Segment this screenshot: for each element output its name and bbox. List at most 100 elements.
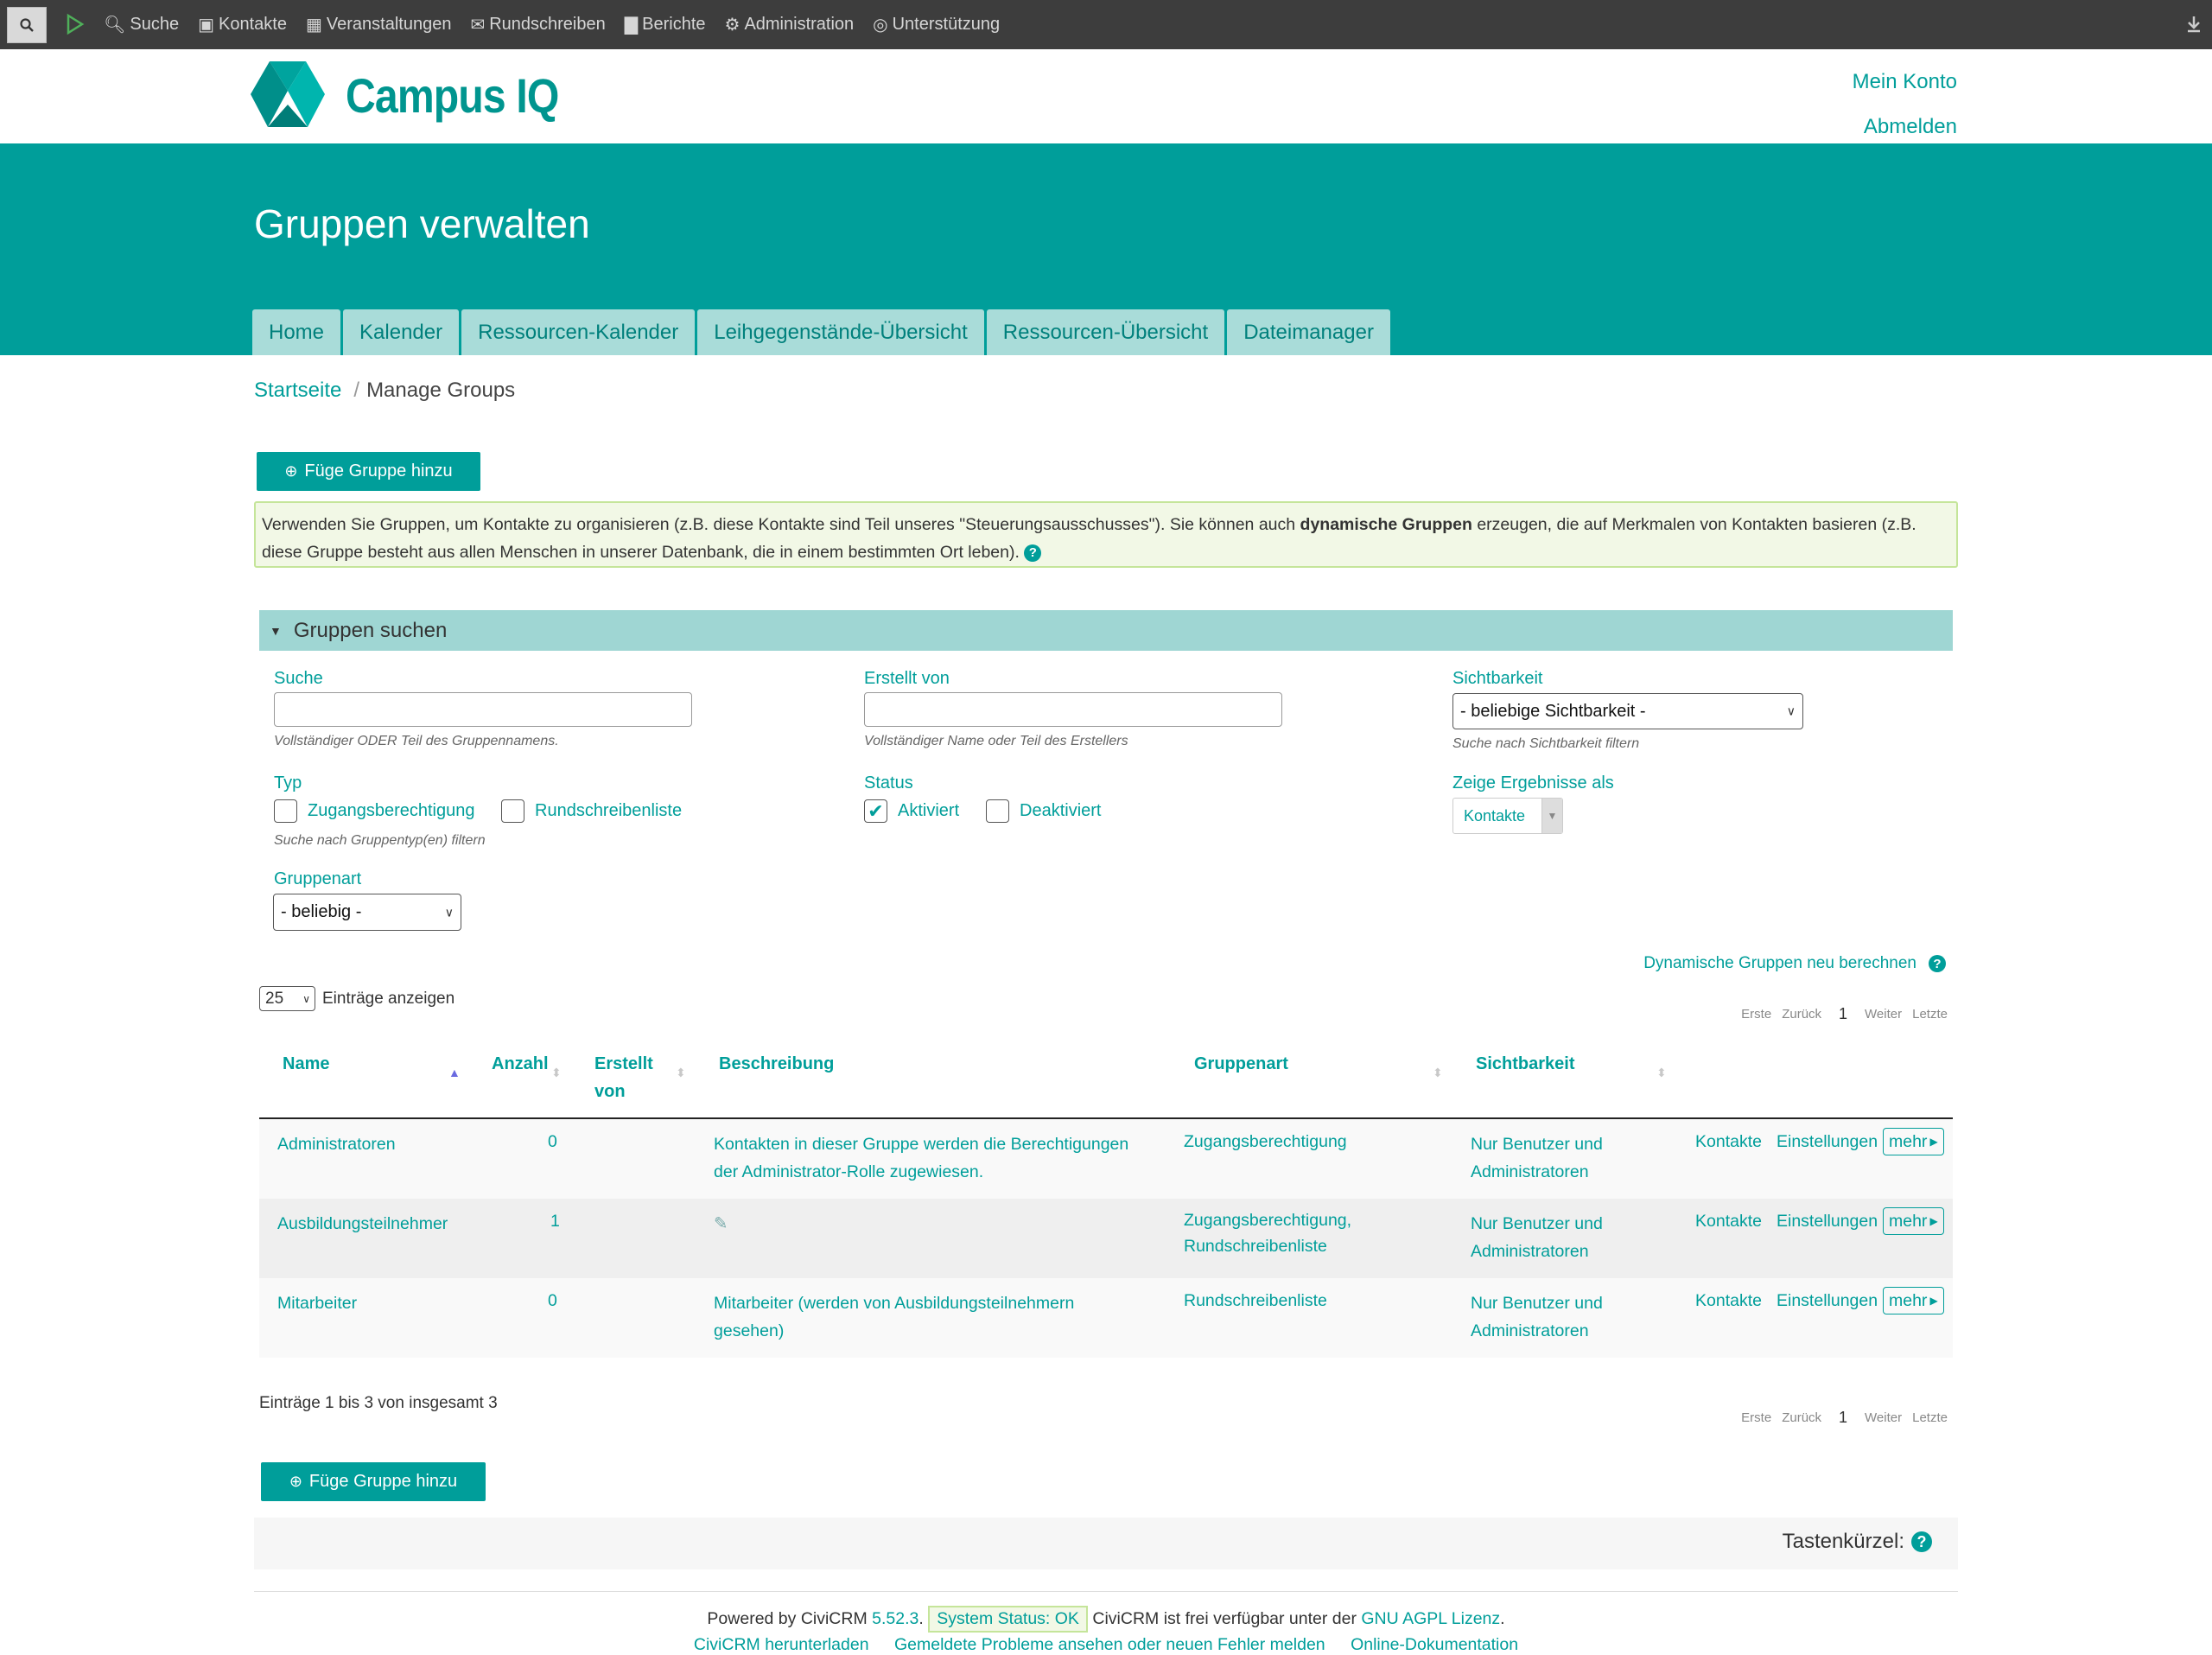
sort-icon: ⬍ bbox=[676, 1066, 686, 1079]
show-results-as-label: Zeige Ergebnisse als bbox=[1452, 773, 1614, 792]
group-type-label: Gruppenart bbox=[274, 869, 362, 888]
tab-ressourcen-kalender[interactable]: Ressourcen-Kalender bbox=[461, 309, 696, 355]
group-type[interactable]: Rundschreibenliste bbox=[1184, 1287, 1327, 1314]
tab-home[interactable]: Home bbox=[252, 309, 341, 355]
more-actions-button[interactable]: mehr ▶ bbox=[1883, 1207, 1944, 1235]
footer-divider bbox=[254, 1591, 1958, 1592]
system-status-badge[interactable]: System Status: OK bbox=[928, 1606, 1088, 1633]
contacts-action-link[interactable]: Kontakte bbox=[1695, 1207, 1762, 1235]
site-logo[interactable]: Campus IQ bbox=[249, 60, 594, 130]
pager-next[interactable]: Weiter bbox=[1865, 1007, 1902, 1022]
settings-action-link[interactable]: Einstellungen bbox=[1777, 1128, 1878, 1155]
license-link[interactable]: GNU AGPL Lizenz bbox=[1361, 1609, 1500, 1628]
status-label: Status bbox=[864, 773, 913, 792]
pager-first[interactable]: Erste bbox=[1741, 1007, 1771, 1022]
menu-item-rundschreiben[interactable]: ✉ Rundschreiben bbox=[470, 14, 605, 35]
pencil-edit-icon[interactable]: ✎ bbox=[714, 1210, 728, 1238]
group-visibility[interactable]: Nur Benutzer und Administratoren bbox=[1471, 1289, 1626, 1345]
shortcuts-label: Tastenkürzel: bbox=[1782, 1530, 1904, 1553]
group-name-link[interactable]: Mitarbeiter bbox=[277, 1289, 357, 1317]
settings-action-link[interactable]: Einstellungen bbox=[1777, 1287, 1878, 1314]
column-header-count[interactable]: Anzahl bbox=[492, 1050, 549, 1078]
column-header-visibility[interactable]: Sichtbarkeit bbox=[1476, 1050, 1574, 1078]
menu-item-berichte[interactable]: ▇ Berichte bbox=[625, 14, 706, 35]
column-header-created-by[interactable]: Erstellt von bbox=[594, 1050, 664, 1105]
column-header-group-type[interactable]: Gruppenart bbox=[1194, 1050, 1288, 1078]
pager-last[interactable]: Letzte bbox=[1912, 1007, 1948, 1022]
quicksearch-button[interactable] bbox=[7, 7, 47, 43]
civicrm-logo-icon[interactable] bbox=[66, 13, 85, 35]
page-length-select[interactable]: 25 ∨ bbox=[259, 986, 315, 1011]
menu-item-administration[interactable]: ⚙ Administration bbox=[725, 14, 855, 35]
page-length-control: 25 ∨ Einträge anzeigen bbox=[259, 986, 454, 1011]
search-accordion-header[interactable]: ▼ Gruppen suchen bbox=[259, 610, 1953, 651]
visibility-select[interactable]: - beliebige Sichtbarkeit - ∨ bbox=[1452, 693, 1803, 729]
status-deaktiviert-checkbox[interactable]: Deaktiviert bbox=[986, 799, 1101, 823]
question-help-icon[interactable]: ? bbox=[1024, 544, 1042, 562]
type-description: Suche nach Gruppentyp(en) filtern bbox=[274, 833, 486, 848]
menu-item-suche[interactable]: 🔍︎ Suche bbox=[104, 14, 179, 35]
my-account-link[interactable]: Mein Konto bbox=[1853, 70, 1957, 93]
group-description[interactable]: Mitarbeiter (werden von Ausbildungsteiln… bbox=[714, 1289, 1120, 1345]
more-actions-button[interactable]: mehr ▶ bbox=[1883, 1128, 1944, 1155]
more-actions-button[interactable]: mehr ▶ bbox=[1883, 1287, 1944, 1314]
docs-link[interactable]: Online-Dokumentation bbox=[1351, 1635, 1518, 1654]
checkbox-box[interactable] bbox=[986, 799, 1009, 823]
menubar-toggle-icon[interactable] bbox=[2186, 15, 2202, 34]
group-count: 0 bbox=[548, 1132, 557, 1151]
group-name-link[interactable]: Administratoren bbox=[277, 1130, 396, 1158]
table-row: Administratoren 0 Kontakten in dieser Gr… bbox=[259, 1119, 1953, 1199]
group-type-select[interactable]: - beliebig - ∨ bbox=[273, 894, 461, 931]
column-header-name[interactable]: Name bbox=[283, 1050, 329, 1078]
pager-last[interactable]: Letzte bbox=[1912, 1410, 1948, 1425]
checkbox-box[interactable] bbox=[501, 799, 524, 823]
chevron-down-icon: ∨ bbox=[1786, 703, 1796, 718]
contacts-action-link[interactable]: Kontakte bbox=[1695, 1128, 1762, 1155]
pager-bottom: Erste Zurück 1 Weiter Letzte bbox=[1741, 1409, 1948, 1427]
tab-leihgegenstaende-uebersicht[interactable]: Leihgegenstände-Übersicht bbox=[697, 309, 984, 355]
group-visibility[interactable]: Nur Benutzer und Administratoren bbox=[1471, 1210, 1626, 1265]
logout-link[interactable]: Abmelden bbox=[1864, 115, 1957, 138]
type-label: Typ bbox=[274, 773, 302, 792]
download-link[interactable]: CiviCRM herunterladen bbox=[694, 1635, 869, 1654]
menu-item-unterstuetzung[interactable]: ◎ Unterstützung bbox=[873, 14, 1000, 35]
show-results-as-select[interactable]: Kontakte ▼ bbox=[1452, 798, 1563, 834]
site-header: Campus IQ Mein Konto Abmelden bbox=[0, 49, 2212, 143]
group-type[interactable]: Zugangsberechtigung bbox=[1184, 1128, 1347, 1155]
pager-current-page[interactable]: 1 bbox=[1839, 1409, 1847, 1427]
pager-top: Erste Zurück 1 Weiter Letzte bbox=[1741, 1005, 1948, 1023]
tab-ressourcen-uebersicht[interactable]: Ressourcen-Übersicht bbox=[986, 309, 1225, 355]
checkbox-box[interactable] bbox=[274, 799, 297, 823]
menu-item-veranstaltungen[interactable]: ▦ Veranstaltungen bbox=[306, 14, 451, 35]
question-help-icon[interactable]: ? bbox=[1929, 955, 1946, 972]
status-aktiviert-checkbox[interactable]: ✔ Aktiviert bbox=[864, 799, 959, 823]
tab-kalender[interactable]: Kalender bbox=[343, 309, 460, 355]
contacts-action-link[interactable]: Kontakte bbox=[1695, 1287, 1762, 1314]
add-group-button-bottom[interactable]: ⊕ Füge Gruppe hinzu bbox=[261, 1462, 486, 1501]
type-zugangsberechtigung-checkbox[interactable]: Zugangsberechtigung bbox=[274, 799, 474, 823]
group-name-link[interactable]: Ausbildungsteilnehmer bbox=[277, 1210, 448, 1238]
tab-dateimanager[interactable]: Dateimanager bbox=[1227, 309, 1390, 355]
pager-prev[interactable]: Zurück bbox=[1782, 1007, 1821, 1022]
breadcrumb-home-link[interactable]: Startseite bbox=[254, 379, 341, 402]
version-link[interactable]: 5.52.3 bbox=[872, 1609, 918, 1628]
pager-current-page[interactable]: 1 bbox=[1839, 1005, 1847, 1023]
group-type[interactable]: Zugangsberechtigung, Rundschreibenliste bbox=[1184, 1207, 1382, 1259]
pager-next[interactable]: Weiter bbox=[1865, 1410, 1902, 1425]
add-group-button[interactable]: ⊕ Füge Gruppe hinzu bbox=[257, 452, 480, 491]
group-description[interactable]: Kontakten in dieser Gruppe werden die Be… bbox=[714, 1130, 1154, 1186]
site-name: Campus IQ bbox=[346, 67, 559, 123]
type-rundschreibenliste-checkbox[interactable]: Rundschreibenliste bbox=[501, 799, 682, 823]
created-by-input[interactable] bbox=[864, 692, 1282, 727]
recalculate-link[interactable]: Dynamische Gruppen neu berechnen bbox=[1643, 954, 1916, 973]
pager-prev[interactable]: Zurück bbox=[1782, 1410, 1821, 1425]
settings-action-link[interactable]: Einstellungen bbox=[1777, 1207, 1878, 1235]
menu-item-kontakte[interactable]: ▣ Kontakte bbox=[198, 14, 287, 35]
calendar-icon: ▦ bbox=[305, 16, 322, 35]
search-name-input[interactable] bbox=[274, 692, 692, 727]
checkbox-box[interactable]: ✔ bbox=[864, 799, 887, 823]
group-visibility[interactable]: Nur Benutzer und Administratoren bbox=[1471, 1130, 1626, 1186]
question-help-icon[interactable]: ? bbox=[1911, 1531, 1932, 1552]
issues-link[interactable]: Gemeldete Probleme ansehen oder neuen Fe… bbox=[894, 1635, 1325, 1654]
pager-first[interactable]: Erste bbox=[1741, 1410, 1771, 1425]
